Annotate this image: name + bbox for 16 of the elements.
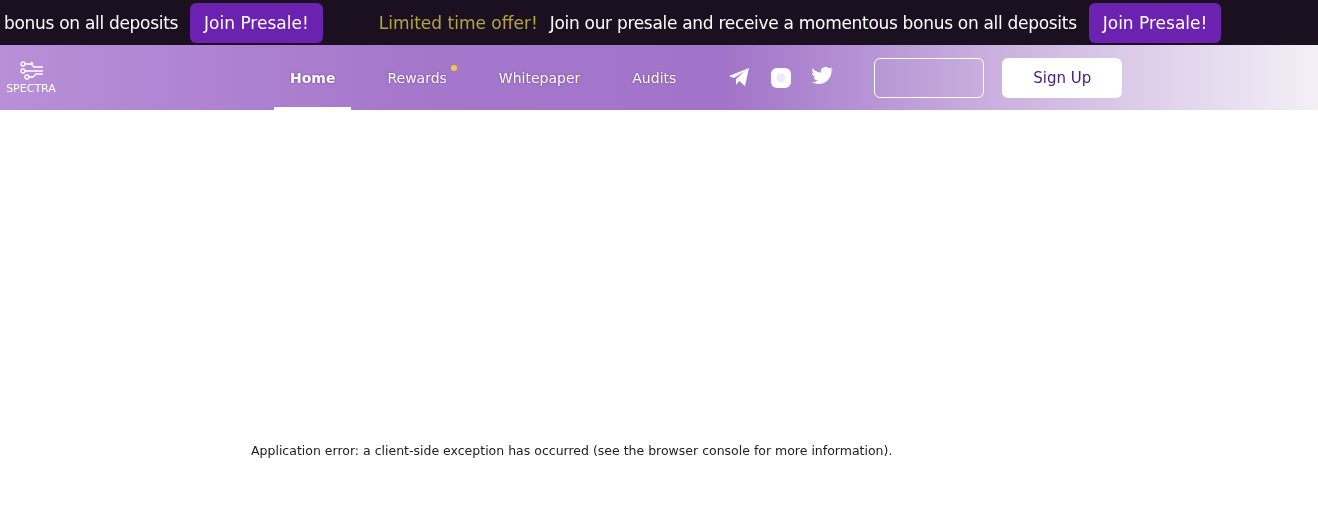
nav-link[interactable]: Whitepaper bbox=[482, 45, 597, 110]
promo-message: bonus on all deposits bbox=[4, 12, 179, 33]
error-message: Application error: a client-side exception has occurred (see the browser console for more information). bbox=[250, 442, 894, 458]
promo-message: Join our presale and receive a momentous bonus on all deposits bbox=[549, 12, 1077, 33]
circuit-logo-icon bbox=[18, 60, 44, 80]
sign-up-button[interactable]: Sign Up bbox=[1002, 57, 1123, 98]
nav-link[interactable]: Home bbox=[274, 45, 352, 110]
offer-highlight: Limited time offer! bbox=[378, 12, 538, 33]
logo-text: SPECTRA bbox=[6, 82, 56, 95]
bird-icon[interactable] bbox=[812, 66, 835, 85]
join-presale-button[interactable]: Join Presale! bbox=[1088, 2, 1222, 43]
paper-plane-icon[interactable] bbox=[728, 66, 751, 87]
login-button[interactable] bbox=[874, 57, 985, 98]
nav-link[interactable]: Audits bbox=[616, 45, 693, 110]
join-presale-button[interactable]: Join Presale! bbox=[190, 2, 323, 43]
nav-link[interactable]: Rewards bbox=[371, 45, 463, 110]
